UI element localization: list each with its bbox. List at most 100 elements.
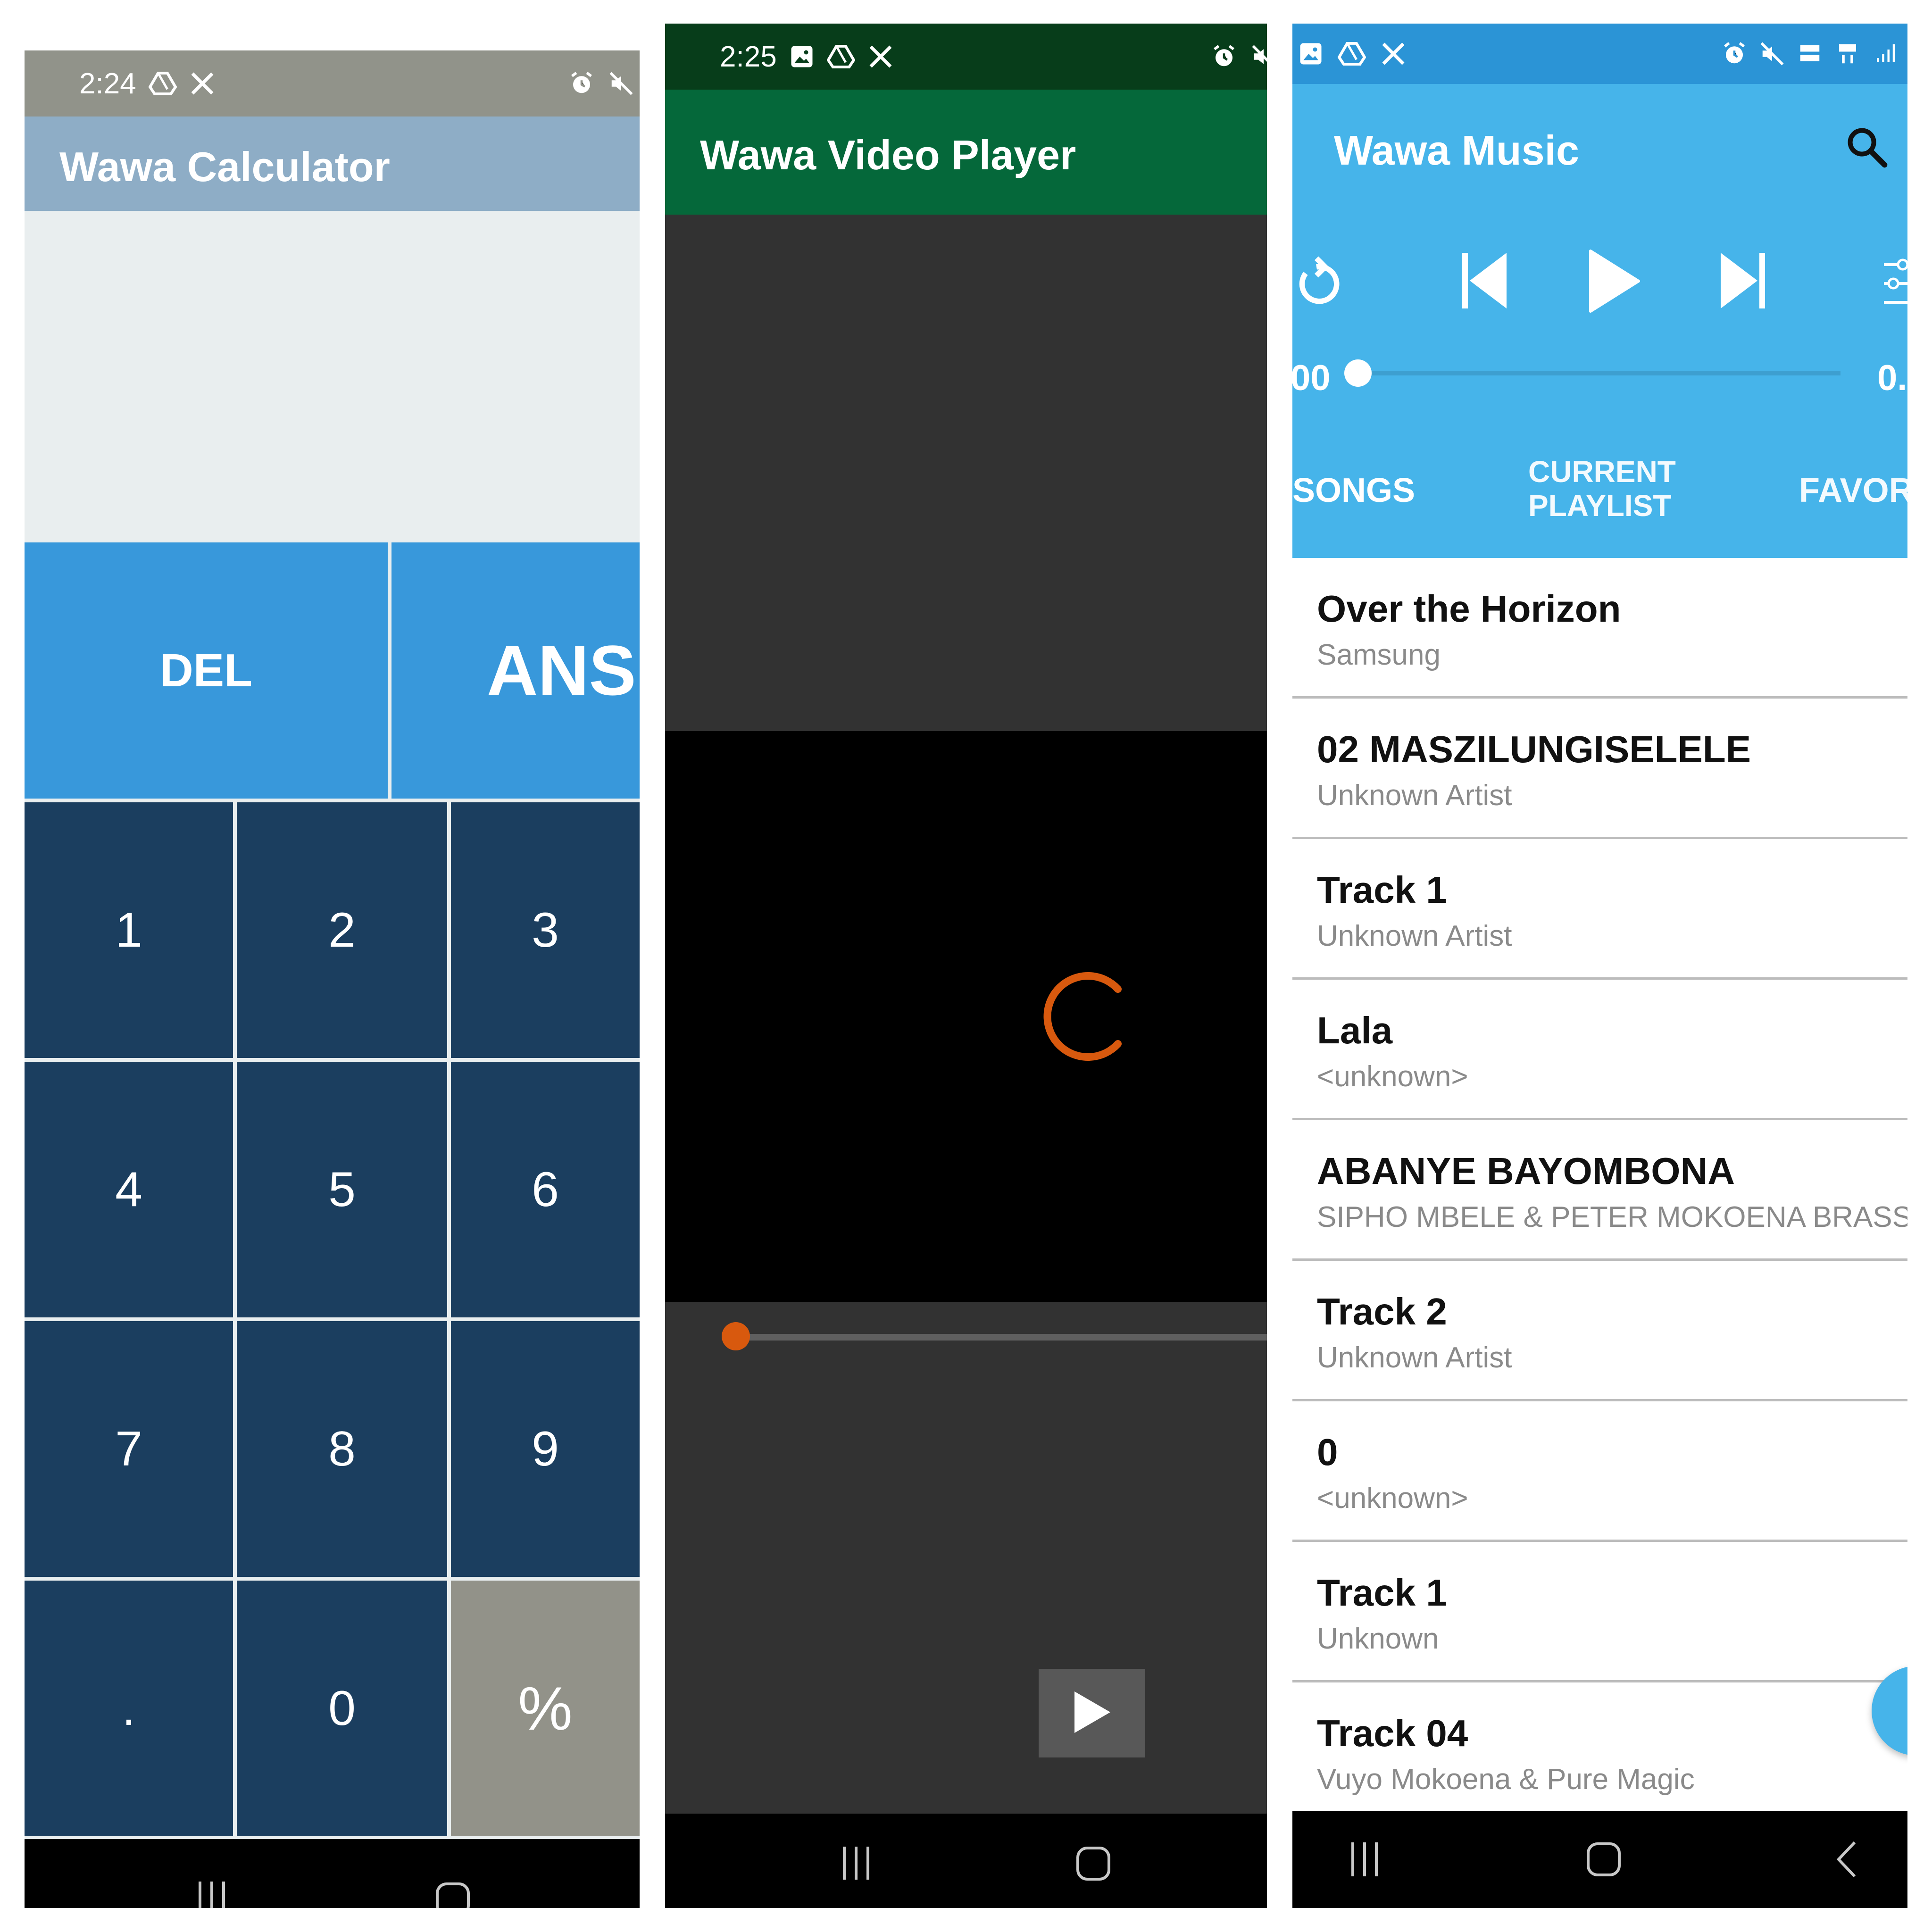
list-item[interactable]: Track 1 Unknown Artist [1292, 839, 1907, 980]
list-item[interactable]: Track 1 Unknown [1292, 1542, 1907, 1682]
x-icon [189, 70, 216, 97]
key-8[interactable]: 8 [237, 1321, 447, 1577]
play-button[interactable] [1039, 1669, 1145, 1757]
network-4g-icon [1835, 41, 1860, 67]
key-label: . [122, 1681, 136, 1736]
calculator-screen: 2:24 Wawa Calculator DEL ANS 1 2 3 4 5 6 [25, 50, 640, 1908]
alarm-icon [569, 71, 594, 96]
loading-spinner-icon [1042, 969, 1127, 1066]
song-artist: Unknown Artist [1317, 779, 1512, 812]
play-icon [1071, 1689, 1113, 1738]
seek-bar[interactable] [736, 1334, 1267, 1341]
key-5[interactable]: 5 [237, 1062, 447, 1317]
key-2[interactable]: 2 [237, 802, 447, 1058]
song-artist: Unknown [1317, 1623, 1439, 1655]
home-icon[interactable] [435, 1882, 471, 1908]
key-label: 1 [115, 902, 142, 958]
key-4[interactable]: 4 [25, 1062, 233, 1317]
song-title: 02 MASZILUNGISELELE [1317, 728, 1751, 770]
music-player-screen: Wawa Music 00 0. SONGS CURRENT PLAYLIST … [1292, 24, 1907, 1908]
home-icon[interactable] [1075, 1846, 1111, 1884]
recents-icon[interactable] [195, 1882, 228, 1908]
key-6[interactable]: 6 [451, 1062, 640, 1317]
song-artist: SIPHO MBELE & PETER MOKOENA BRASS BA [1317, 1201, 1907, 1233]
key-label: 5 [328, 1162, 356, 1217]
play-icon[interactable] [1589, 249, 1641, 316]
song-list: Over the Horizon Samsung 02 MASZILUNGISEL… [1292, 558, 1907, 1823]
mute-icon [1759, 41, 1785, 67]
app-title: Wawa Music [1334, 127, 1579, 174]
song-artist: Unknown Artist [1317, 1341, 1512, 1374]
home-icon[interactable] [1586, 1841, 1622, 1880]
key-label: 3 [532, 902, 559, 958]
song-artist: Samsung [1317, 639, 1441, 671]
equalizer-icon[interactable] [1884, 258, 1907, 312]
navigation-bar [1292, 1811, 1907, 1908]
mute-icon [1251, 44, 1267, 69]
song-title: ABANYE BAYOMBONA [1317, 1150, 1735, 1192]
tab-favorites[interactable]: FAVORITES [1799, 472, 1907, 510]
drive-icon [148, 71, 177, 96]
signal-icon [1873, 41, 1898, 67]
key-decimal[interactable]: . [25, 1581, 233, 1836]
list-item[interactable]: Lala <unknown> [1292, 980, 1907, 1120]
elapsed-time: 00 [1292, 358, 1331, 398]
key-label: 0 [328, 1681, 356, 1736]
navigation-bar [25, 1839, 640, 1908]
previous-icon[interactable] [1462, 251, 1509, 313]
drive-icon [1338, 41, 1366, 67]
song-title: Track 1 [1317, 869, 1447, 911]
key-label: 8 [328, 1421, 356, 1476]
alarm-icon [1211, 44, 1237, 69]
recents-icon[interactable] [1348, 1842, 1381, 1879]
del-button[interactable]: DEL [25, 542, 388, 799]
image-icon [789, 44, 815, 69]
song-artist: <unknown> [1317, 1482, 1468, 1515]
song-artist: <unknown> [1317, 1060, 1468, 1093]
list-item[interactable]: Over the Horizon Samsung [1292, 558, 1907, 699]
seek-thumb[interactable] [722, 1322, 750, 1350]
status-time: 2:24 [79, 67, 136, 100]
list-item[interactable]: 0 <unknown> [1292, 1401, 1907, 1542]
key-percent[interactable]: % [451, 1581, 640, 1836]
status-bar: 2:24 [25, 50, 640, 117]
video-surface[interactable] [665, 731, 1267, 1302]
key-label: 4 [115, 1162, 142, 1217]
search-icon[interactable] [1843, 124, 1890, 173]
seek-bar[interactable] [1357, 371, 1840, 375]
song-title: Track 2 [1317, 1291, 1447, 1332]
x-icon [867, 43, 894, 70]
list-item[interactable]: ABANYE BAYOMBONA SIPHO MBELE & PETER MOKO… [1292, 1120, 1907, 1261]
key-9[interactable]: 9 [451, 1321, 640, 1577]
key-label: 2 [328, 902, 356, 958]
next-icon[interactable] [1718, 251, 1765, 313]
calculator-display [25, 211, 640, 590]
back-icon[interactable] [1835, 1840, 1858, 1881]
tab-songs[interactable]: SONGS [1292, 472, 1415, 510]
list-item[interactable]: Track 04 Vuyo Mokoena & Pure Magic [1292, 1682, 1907, 1823]
repeat-icon[interactable] [1292, 254, 1342, 313]
song-title: Lala [1317, 1009, 1393, 1051]
total-time: 0. [1877, 358, 1907, 398]
seek-thumb[interactable] [1344, 359, 1372, 387]
key-3[interactable]: 3 [451, 802, 640, 1058]
status-bar [1292, 24, 1907, 84]
list-item[interactable]: Track 2 Unknown Artist [1292, 1261, 1907, 1401]
key-label: 7 [115, 1421, 142, 1476]
ans-label: ANS [487, 631, 636, 710]
key-label: % [518, 1674, 573, 1743]
tab-current-playlist[interactable]: CURRENT PLAYLIST [1528, 455, 1676, 523]
app-title: Wawa Video Player [700, 132, 1076, 178]
recents-icon[interactable] [840, 1847, 873, 1882]
volte-icon [1797, 41, 1823, 67]
key-7[interactable]: 7 [25, 1321, 233, 1577]
key-1[interactable]: 1 [25, 802, 233, 1058]
app-title: Wawa Calculator [59, 143, 390, 190]
song-title: Over the Horizon [1317, 588, 1621, 630]
song-title: Track 1 [1317, 1572, 1447, 1614]
song-title: 0 [1317, 1431, 1338, 1473]
navigation-bar [665, 1814, 1267, 1908]
key-0[interactable]: 0 [237, 1581, 447, 1836]
ans-button[interactable]: ANS [391, 542, 640, 799]
list-item[interactable]: 02 MASZILUNGISELELE Unknown Artist [1292, 699, 1907, 839]
